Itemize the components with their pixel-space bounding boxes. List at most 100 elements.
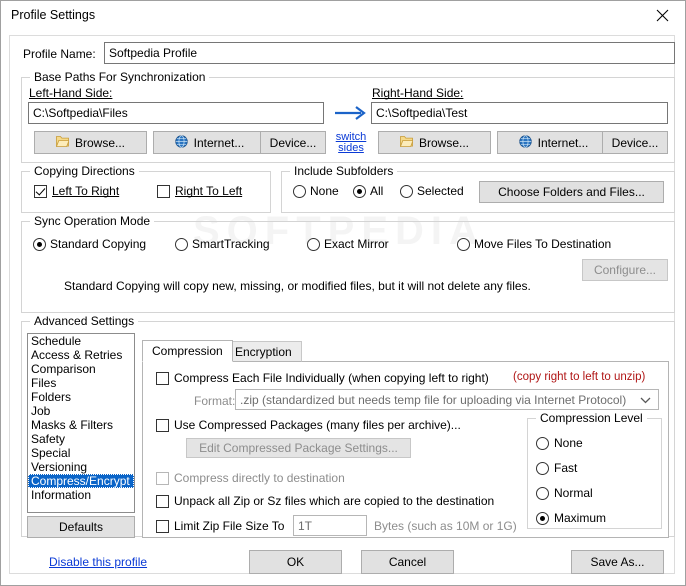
advanced-settings-legend: Advanced Settings: [30, 314, 139, 328]
list-item[interactable]: Access & Retries: [28, 348, 134, 362]
limit-zip-size-checkbox[interactable]: [156, 520, 169, 533]
sync-smarttracking-radio[interactable]: [175, 238, 188, 251]
window-title: Profile Settings: [11, 8, 96, 22]
cancel-button[interactable]: Cancel: [361, 550, 454, 574]
sync-standard-copying-radio[interactable]: [33, 238, 46, 251]
level-normal-label: Normal: [554, 486, 593, 500]
limit-zip-size-suffix: Bytes (such as 10M or 1G): [374, 519, 517, 533]
defaults-button[interactable]: Defaults: [27, 516, 135, 538]
include-subfolders-legend: Include Subfolders: [290, 164, 398, 178]
subfolders-none-radio[interactable]: [293, 185, 306, 198]
choose-folders-files-label: Choose Folders and Files...: [498, 185, 645, 199]
save-as-button[interactable]: Save As...: [571, 550, 664, 574]
compress-each-file-label: Compress Each File Individually (when co…: [174, 371, 489, 385]
level-none-label: None: [554, 436, 583, 450]
list-item[interactable]: Files: [28, 376, 134, 390]
level-normal-radio[interactable]: [536, 487, 549, 500]
base-paths-legend: Base Paths For Synchronization: [30, 70, 210, 84]
sync-standard-copying-label: Standard Copying: [50, 237, 147, 251]
disable-profile-link[interactable]: Disable this profile: [49, 555, 147, 569]
level-maximum-radio[interactable]: [536, 512, 549, 525]
format-label: Format:: [194, 394, 236, 408]
edit-compressed-package-settings-label: Edit Compressed Package Settings...: [199, 441, 398, 455]
sync-mode-legend: Sync Operation Mode: [30, 214, 155, 228]
save-as-label: Save As...: [590, 555, 645, 569]
subfolders-all-radio[interactable]: [353, 185, 366, 198]
subfolders-all-label: All: [370, 184, 384, 198]
defaults-label: Defaults: [58, 520, 104, 534]
switch-sides-link[interactable]: switch sides: [329, 132, 373, 154]
list-item[interactable]: Folders: [28, 390, 134, 404]
sync-operation-mode-group: Sync Operation Mode: [21, 214, 675, 313]
list-item[interactable]: Safety: [28, 432, 134, 446]
subfolders-selected-label: Selected: [417, 184, 464, 198]
unpack-all-checkbox[interactable]: [156, 495, 169, 508]
list-item-selected[interactable]: Compress/Encrypt: [28, 474, 134, 488]
right-device-label: Device...: [611, 135, 659, 150]
level-none-radio[interactable]: [536, 437, 549, 450]
use-compressed-packages-checkbox[interactable]: [156, 419, 169, 432]
compress-directly-checkbox[interactable]: [156, 472, 169, 485]
globe-icon: [174, 134, 188, 151]
list-item[interactable]: Special: [28, 446, 134, 460]
list-item[interactable]: Job: [28, 404, 134, 418]
dialog-client-area: SOFTPEDIA Profile Name: Softpedia Profil…: [1, 31, 685, 585]
right-device-button[interactable]: Device...: [602, 131, 668, 154]
unzip-note: (copy right to left to unzip): [513, 371, 646, 383]
subfolders-selected-radio[interactable]: [400, 185, 413, 198]
tab-encryption[interactable]: Encryption: [225, 341, 302, 362]
left-to-right-checkbox[interactable]: [34, 185, 47, 198]
title-bar: Profile Settings: [1, 1, 685, 32]
advanced-settings-list[interactable]: Schedule Access & Retries Comparison Fil…: [27, 333, 135, 513]
format-combobox[interactable]: .zip (standardized but needs temp file f…: [235, 389, 659, 410]
sync-move-files-radio[interactable]: [457, 238, 470, 251]
ok-label: OK: [286, 555, 305, 569]
right-browse-label: Browse...: [418, 135, 469, 150]
left-to-right-label: Left To Right: [52, 184, 120, 198]
sync-exact-mirror-radio[interactable]: [307, 238, 320, 251]
ok-button[interactable]: OK: [249, 550, 342, 574]
compress-each-file-checkbox[interactable]: [156, 372, 169, 385]
list-item[interactable]: Comparison: [28, 362, 134, 376]
right-to-left-checkbox[interactable]: [157, 185, 170, 198]
left-internet-button[interactable]: Internet...: [153, 131, 266, 154]
configure-button[interactable]: Configure...: [582, 259, 668, 281]
right-hand-side-label: Right-Hand Side:: [372, 86, 464, 100]
left-hand-side-label: Left-Hand Side:: [29, 86, 113, 100]
globe-icon: [518, 134, 532, 151]
level-fast-radio[interactable]: [536, 462, 549, 475]
profile-name-label: Profile Name:: [23, 47, 96, 61]
sync-smarttracking-label: SmartTracking: [192, 237, 270, 251]
limit-zip-size-input[interactable]: 1T: [293, 515, 367, 536]
limit-zip-size-label: Limit Zip File Size To: [174, 519, 285, 533]
tab-compression[interactable]: Compression: [142, 340, 233, 362]
list-item[interactable]: Schedule: [28, 334, 134, 348]
sync-exact-mirror-label: Exact Mirror: [324, 237, 389, 251]
unpack-all-label: Unpack all Zip or Sz files which are cop…: [174, 494, 495, 508]
tab-compression-label: Compression: [152, 344, 223, 358]
left-path-input[interactable]: C:\Softpedia\Files: [28, 102, 324, 124]
configure-label: Configure...: [593, 263, 657, 277]
right-browse-button[interactable]: Browse...: [378, 131, 491, 154]
left-browse-button[interactable]: Browse...: [34, 131, 147, 154]
level-maximum-label: Maximum: [554, 511, 607, 525]
cancel-label: Cancel: [388, 555, 427, 569]
copying-directions-legend: Copying Directions: [30, 164, 139, 178]
level-fast-label: Fast: [554, 461, 578, 475]
compress-directly-label: Compress directly to destination: [174, 471, 345, 485]
list-item[interactable]: Information: [28, 488, 134, 502]
right-path-input[interactable]: C:\Softpedia\Test: [371, 102, 668, 124]
subfolders-none-label: None: [310, 184, 339, 198]
left-internet-label: Internet...: [193, 135, 245, 150]
right-arrow-icon: [334, 105, 369, 124]
left-device-button[interactable]: Device...: [260, 131, 326, 154]
format-value: .zip (standardized but needs temp file f…: [240, 392, 627, 407]
close-icon[interactable]: [639, 1, 685, 30]
list-item[interactable]: Masks & Filters: [28, 418, 134, 432]
edit-compressed-package-settings-button[interactable]: Edit Compressed Package Settings...: [186, 438, 411, 458]
right-internet-button[interactable]: Internet...: [497, 131, 610, 154]
profile-name-input[interactable]: Softpedia Profile: [104, 42, 675, 64]
choose-folders-files-button[interactable]: Choose Folders and Files...: [479, 181, 664, 203]
right-to-left-label: Right To Left: [175, 184, 243, 198]
list-item[interactable]: Versioning: [28, 460, 134, 474]
